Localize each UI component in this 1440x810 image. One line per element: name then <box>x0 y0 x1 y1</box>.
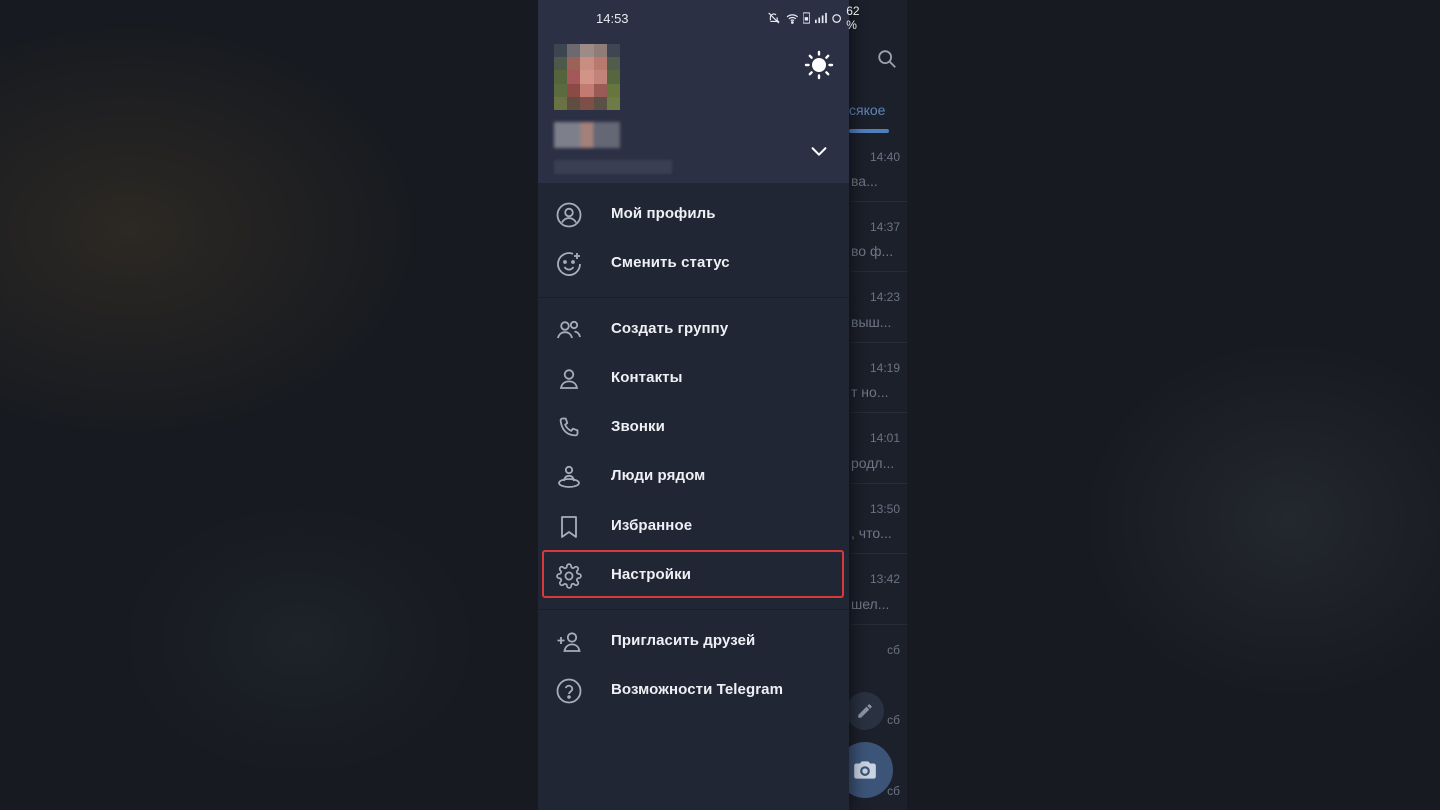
chat-tab-all[interactable]: сякое <box>849 102 885 118</box>
menu-item-calls[interactable]: Звонки <box>538 403 849 452</box>
signal-icon <box>815 12 827 24</box>
phone-icon <box>559 417 579 437</box>
chat-row-preview[interactable]: ва... <box>851 173 878 189</box>
chat-row-time: 13:50 <box>869 502 900 516</box>
chat-divider <box>851 624 907 625</box>
chat-row-preview[interactable]: , что... <box>851 525 892 541</box>
menu-item-saved[interactable]: Избранное <box>538 502 849 551</box>
battery-percent: 62 % <box>846 4 860 32</box>
menu-item-create-group[interactable]: Создать группу <box>538 305 849 354</box>
help-icon <box>556 678 582 704</box>
menu-label: Мой профиль <box>611 205 716 222</box>
menu-label: Сменить статус <box>611 254 730 271</box>
profile-icon <box>556 202 582 228</box>
chat-row-time: 13:42 <box>869 572 900 586</box>
phone-screen: сякое 14:40 ва... 14:37 во ф... 14:23 вы… <box>538 0 907 810</box>
contact-icon <box>559 369 579 389</box>
menu-label: Избранное <box>611 517 693 534</box>
account-phone-pixelated <box>554 160 672 174</box>
chat-divider <box>851 342 907 343</box>
settings-highlight-box <box>542 550 844 598</box>
chat-row-time: 14:37 <box>869 220 900 234</box>
chat-row-preview[interactable]: шел... <box>851 596 889 612</box>
menu-label: Пригласить друзей <box>611 632 756 649</box>
menu-item-invite-friends[interactable]: Пригласить друзей <box>538 617 849 666</box>
chat-row-time: 14:23 <box>869 290 900 304</box>
menu-item-telegram-features[interactable]: Возможности Telegram <box>538 666 849 715</box>
chat-row-preview[interactable]: родл... <box>851 455 894 471</box>
chat-row-time: 14:01 <box>869 431 900 445</box>
chat-tab-indicator <box>849 129 889 133</box>
menu-divider <box>538 297 849 298</box>
bookmark-icon <box>561 516 577 538</box>
smile-status-icon <box>557 252 581 276</box>
sim-icon <box>803 12 811 24</box>
menu-label: Создать группу <box>611 320 729 337</box>
navigation-drawer: 14:53 62 % Мой профиль Сменить статус Со… <box>538 0 860 810</box>
chat-divider <box>851 553 907 554</box>
menu-item-contacts[interactable]: Контакты <box>538 354 849 403</box>
group-icon <box>557 320 581 339</box>
battery-icon <box>832 13 841 23</box>
compose-button[interactable] <box>846 692 884 730</box>
nearby-people-icon <box>558 465 580 488</box>
add-user-icon <box>557 632 581 652</box>
menu-label: Люди рядом <box>611 467 706 484</box>
menu-label: Контакты <box>611 369 683 386</box>
drawer-header: 14:53 62 % <box>538 0 860 183</box>
wifi-icon <box>786 13 798 24</box>
menu-label: Возможности Telegram <box>611 681 784 698</box>
menu-label: Звонки <box>611 418 665 435</box>
theme-toggle-sun-icon[interactable] <box>804 50 834 80</box>
menu-divider <box>538 609 849 610</box>
chat-divider <box>851 201 907 202</box>
chat-row-preview[interactable]: т но... <box>851 384 889 400</box>
chat-row-time: 14:40 <box>869 150 900 164</box>
chat-row-time: сб <box>887 643 900 657</box>
status-icons: 62 % <box>767 4 869 32</box>
chat-row-preview[interactable]: выш... <box>851 314 891 330</box>
menu-item-change-status[interactable]: Сменить статус <box>538 239 849 288</box>
chat-divider <box>851 412 907 413</box>
status-time: 14:53 <box>596 11 629 26</box>
menu-item-my-profile[interactable]: Мой профиль <box>538 190 849 239</box>
menu-item-people-nearby[interactable]: Люди рядом <box>538 452 849 501</box>
camera-icon <box>854 761 876 779</box>
search-icon[interactable] <box>876 48 898 70</box>
chat-divider <box>851 483 907 484</box>
chat-row-preview[interactable]: во ф... <box>851 243 893 259</box>
pencil-icon <box>858 704 872 718</box>
chat-row-time: 14:19 <box>869 361 900 375</box>
chat-divider <box>851 271 907 272</box>
account-name-pixelated <box>554 122 620 148</box>
chevron-down-icon[interactable] <box>808 140 830 162</box>
mute-bell-icon <box>768 12 780 24</box>
avatar[interactable] <box>554 44 620 110</box>
